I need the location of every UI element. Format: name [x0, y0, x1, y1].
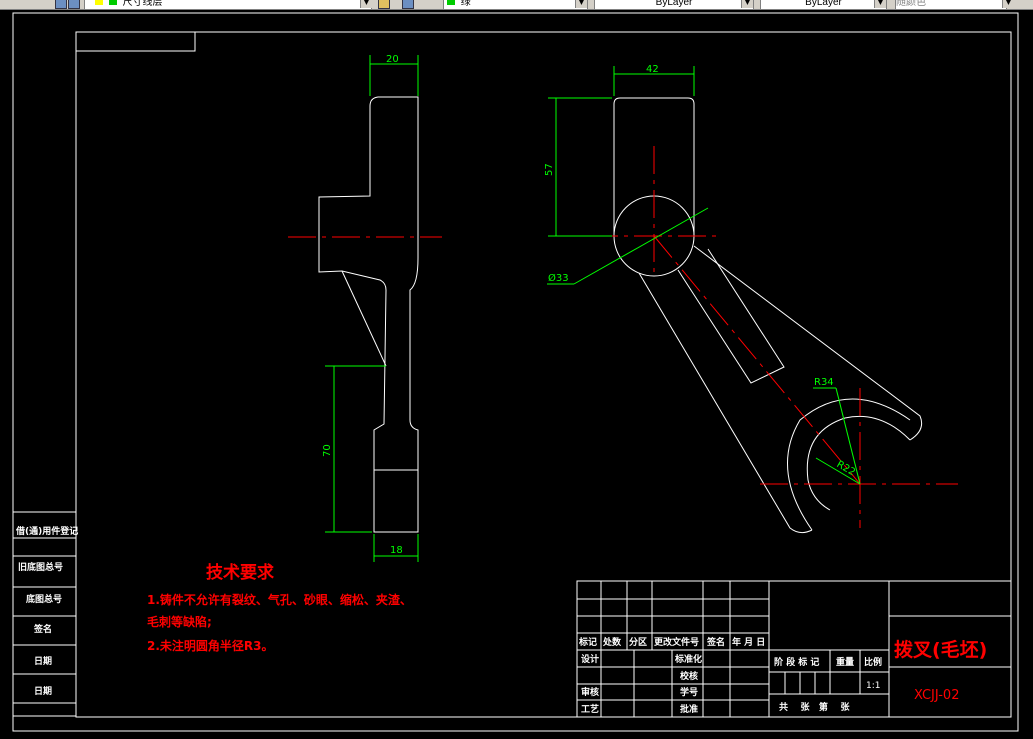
tb-approve: 批准	[680, 703, 698, 715]
tb-number: 学号	[680, 686, 698, 698]
tb-h-count: 处数	[602, 636, 622, 648]
tb-h-mark: 标记	[578, 636, 597, 648]
front-view-outline	[613, 97, 923, 534]
tb-scale: 比例	[864, 656, 882, 668]
dim-dia33-text: Ø33	[548, 272, 569, 284]
tech-notes-title: 技术要求	[206, 562, 274, 583]
dim-r34-text: R34	[814, 377, 834, 388]
tb-scale-value: 1:1	[866, 681, 880, 691]
tb-standard: 标准化	[674, 653, 702, 665]
dim-20-text: 20	[386, 54, 399, 65]
left-block-row3: 底图总号	[26, 593, 62, 605]
tb-check: 校核	[680, 670, 698, 682]
dim-57-text: 57	[544, 163, 555, 176]
left-block-row2: 旧底图总号	[18, 561, 63, 573]
tb-design: 设计	[581, 653, 599, 665]
tb-review: 审核	[581, 686, 599, 698]
left-revision-block	[12, 511, 77, 717]
tb-sheets: 共 张 第 张	[779, 701, 850, 713]
tb-process: 工艺	[581, 703, 599, 715]
dim-42-text: 42	[646, 64, 659, 75]
tech-notes-line1: 1.铸件不允许有裂纹、气孔、砂眼、缩松、夹渣、	[147, 592, 412, 607]
tb-h-docno: 更改文件号	[654, 636, 699, 648]
dim-57	[548, 97, 612, 237]
dim-70	[325, 365, 386, 533]
corner-code-box	[75, 31, 196, 52]
inner-frame	[75, 31, 1012, 718]
front-view-centerlines	[590, 146, 958, 528]
left-block-row4: 签名	[33, 623, 52, 635]
tb-drawing-no: XCJJ-02	[914, 688, 959, 703]
drawing-canvas[interactable]: 借(通)用件登记 旧底图总号 底图总号 签名 日期 日期 20 70 18 42…	[0, 0, 1033, 739]
dim-70-text: 70	[322, 444, 333, 457]
tech-notes-line2: 毛刺等缺陷;	[147, 614, 212, 629]
left-block-row1: 借(通)用件登记	[15, 525, 78, 537]
tb-h-sign: 签名	[706, 636, 725, 648]
tb-h-zone: 分区	[629, 636, 647, 648]
left-block-row6: 日期	[34, 685, 52, 697]
tb-stage: 阶 段 标 记	[774, 656, 819, 668]
tech-notes-line3: 2.未注明圆角半径R3。	[147, 638, 274, 653]
left-block-row5: 日期	[34, 655, 52, 667]
dim-18-text: 18	[390, 545, 403, 556]
tb-part-name: 拨叉(毛坯)	[894, 638, 987, 661]
tb-h-date: 年 月 日	[732, 636, 765, 648]
tb-weight: 重量	[836, 656, 854, 668]
